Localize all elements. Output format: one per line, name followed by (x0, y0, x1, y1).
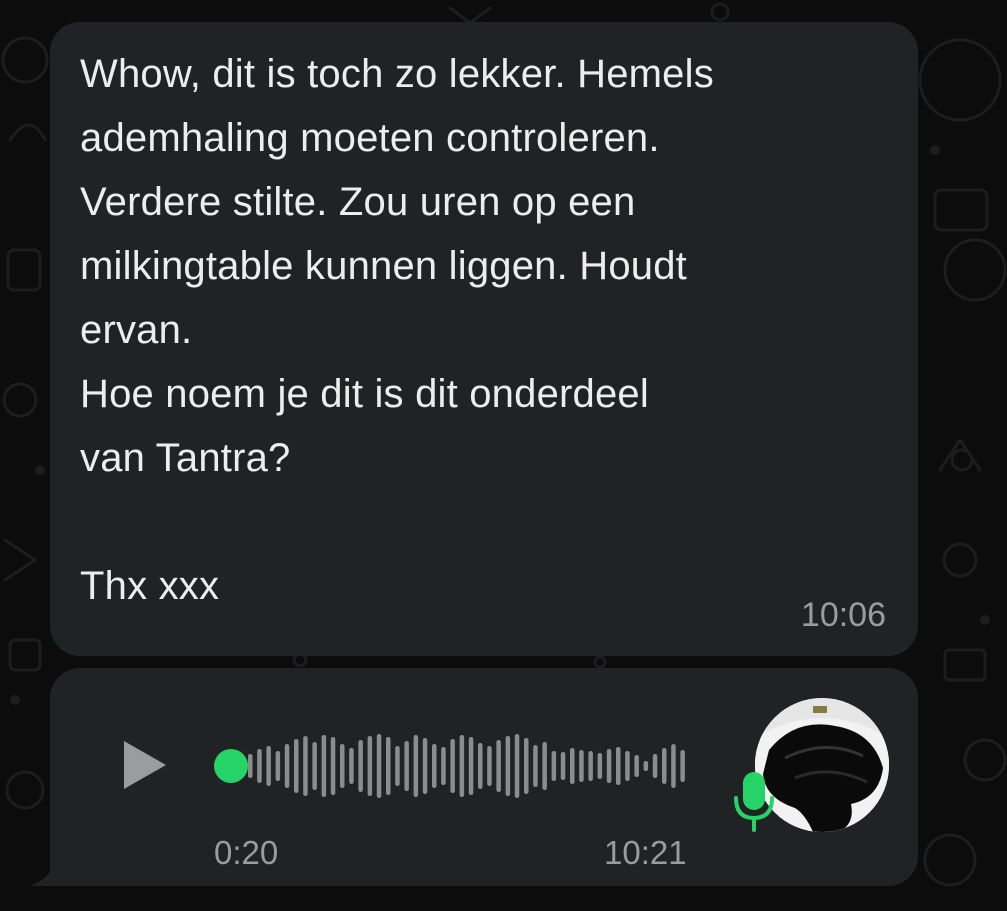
waveform-bar (413, 735, 419, 797)
waveform-bar (524, 738, 529, 794)
voice-duration: 0:20 (214, 834, 279, 871)
waveform-bar (579, 750, 584, 782)
playback-progress-handle[interactable] (214, 749, 248, 783)
waveform-bar (266, 746, 271, 786)
play-icon[interactable] (120, 738, 170, 792)
waveform-bar (551, 751, 557, 781)
waveform-bar (422, 738, 428, 794)
waveform-bar (542, 742, 547, 790)
waveform-bar (450, 739, 455, 793)
waveform-bar (386, 737, 391, 795)
waveform-bar (303, 736, 308, 796)
waveform-bar (248, 754, 253, 778)
waveform-bar (533, 745, 538, 787)
voice-waveform[interactable] (212, 726, 692, 806)
waveform-bar (312, 742, 317, 790)
waveform-bar (643, 761, 649, 771)
waveform-bar (606, 749, 612, 783)
waveform-bar (487, 746, 492, 786)
waveform-bar (588, 751, 593, 781)
waveform-bar (680, 750, 685, 782)
waveform-bar (441, 747, 446, 785)
chat-screen: Whow, dit is toch zo lekker. Hemels adem… (0, 0, 1007, 911)
waveform-bar (404, 741, 409, 791)
waveform-bar (634, 755, 639, 777)
waveform-bar (459, 735, 465, 797)
waveform-bar (257, 749, 262, 783)
waveform-bar (432, 744, 437, 788)
waveform-bar (367, 736, 373, 796)
waveform-bar (514, 734, 520, 798)
waveform-bar (597, 753, 603, 779)
voice-timestamp: 10:21 (604, 834, 687, 871)
waveform-bar (349, 748, 354, 784)
waveform-bar (294, 739, 299, 793)
waveform-bar (284, 744, 290, 788)
waveform-bar (625, 751, 630, 781)
waveform-bar (376, 734, 382, 798)
waveform-bar (616, 747, 621, 785)
waveform-bar (321, 735, 327, 797)
waveform-bar (358, 740, 363, 792)
waveform-bar (671, 744, 676, 788)
waveform-bar (560, 752, 566, 780)
message-text: Whow, dit is toch zo lekker. Hemels adem… (80, 52, 714, 608)
waveform-bar (505, 736, 511, 796)
incoming-message-bubble[interactable]: Whow, dit is toch zo lekker. Hemels adem… (50, 22, 918, 656)
microphone-icon (734, 772, 774, 832)
waveform-bar (330, 737, 336, 795)
waveform-bar (662, 748, 667, 784)
waveform-bar (275, 751, 281, 781)
waveform-bar (340, 744, 345, 788)
waveform-bar (478, 743, 483, 789)
waveform-bar (395, 746, 400, 786)
waveform-bar (468, 737, 474, 795)
waveform-bar (570, 748, 575, 784)
waveform-bar (652, 754, 658, 778)
message-timestamp: 10:06 (800, 596, 886, 634)
waveform-bar (496, 740, 501, 792)
